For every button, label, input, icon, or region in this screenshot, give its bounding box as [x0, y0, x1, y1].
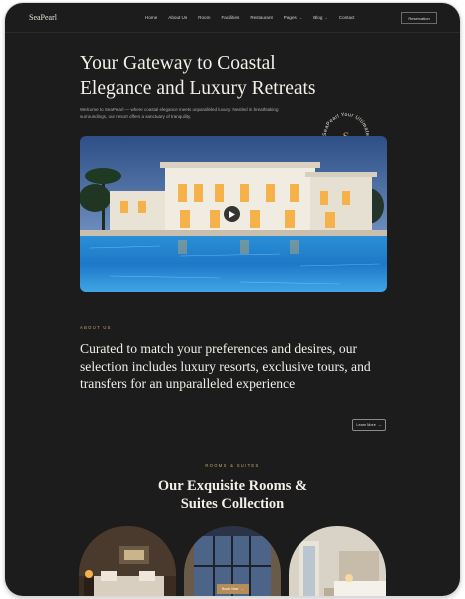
about-section-label: ABOUT US: [80, 325, 112, 330]
room-card-3[interactable]: [289, 526, 386, 596]
hero-title-line1: Your Gateway to Coastal: [80, 53, 276, 74]
nav-item-restaurant[interactable]: Restaurant: [250, 15, 272, 20]
nav-item-about-us[interactable]: About Us: [168, 15, 187, 20]
book-now-button[interactable]: Book Now →: [217, 584, 249, 594]
reservation-button[interactable]: Reservation: [401, 12, 437, 24]
play-video-button[interactable]: [224, 206, 240, 222]
nav-item-home[interactable]: Home: [145, 15, 157, 20]
hero-description: Welcome to SeaPearl — where coastal eleg…: [80, 107, 279, 119]
nav-item-contact[interactable]: Contact: [339, 15, 355, 20]
arrow-right-icon: →: [377, 423, 382, 427]
learn-more-button[interactable]: Learn More →: [352, 419, 386, 431]
nav-item-facilities[interactable]: Facilities: [221, 15, 239, 20]
nav-item-label: Pages: [283, 15, 297, 20]
nav-item-label: Home: [145, 15, 158, 20]
nav-item-label: Room: [198, 15, 211, 20]
rooms-title-line1: Our Exquisite Rooms &: [157, 478, 308, 494]
nav-item-label: About Us: [168, 15, 188, 20]
chevron-down-icon: ⌄: [324, 15, 328, 20]
arrow-right-icon: →: [240, 587, 244, 591]
rooms-section-title: Our Exquisite Rooms & Suites Collection: [5, 477, 460, 513]
top-navigation: SeaPearl Home About Us Room Facilities R…: [5, 3, 460, 33]
nav-item-label: Blog: [313, 15, 323, 20]
book-now-label: Book Now: [222, 587, 239, 591]
nav-item-pages[interactable]: Pages ⌄: [284, 15, 302, 20]
chevron-down-icon: ⌄: [298, 15, 303, 20]
site-logo[interactable]: SeaPearl: [29, 13, 57, 22]
browser-frame: SeaPearl Home About Us Room Facilities R…: [5, 3, 460, 596]
learn-more-label: Learn More: [356, 423, 376, 427]
nav-item-room[interactable]: Room: [198, 15, 210, 20]
play-icon: [229, 210, 235, 218]
main-menu: Home About Us Room Facilities Restaurant…: [145, 15, 355, 20]
nav-item-label: Contact: [338, 15, 355, 20]
rooms-title-line2: Suites Collection: [180, 496, 285, 512]
rooms-section-label: ROOMS & SUITES: [205, 463, 260, 468]
nav-item-label: Restaurant: [250, 15, 273, 20]
hero-title: Your Gateway to Coastal Elegance and Lux…: [80, 51, 380, 101]
nav-item-label: Facilities: [221, 15, 240, 20]
nav-item-blog[interactable]: Blog ⌄: [313, 15, 328, 20]
room-image-1: [79, 526, 176, 596]
room-image-3: [289, 526, 386, 596]
hero-title-line2: Elegance and Luxury Retreats: [80, 78, 316, 99]
about-description: Curated to match your preferences and de…: [80, 341, 371, 391]
room-card-1[interactable]: [79, 526, 176, 596]
